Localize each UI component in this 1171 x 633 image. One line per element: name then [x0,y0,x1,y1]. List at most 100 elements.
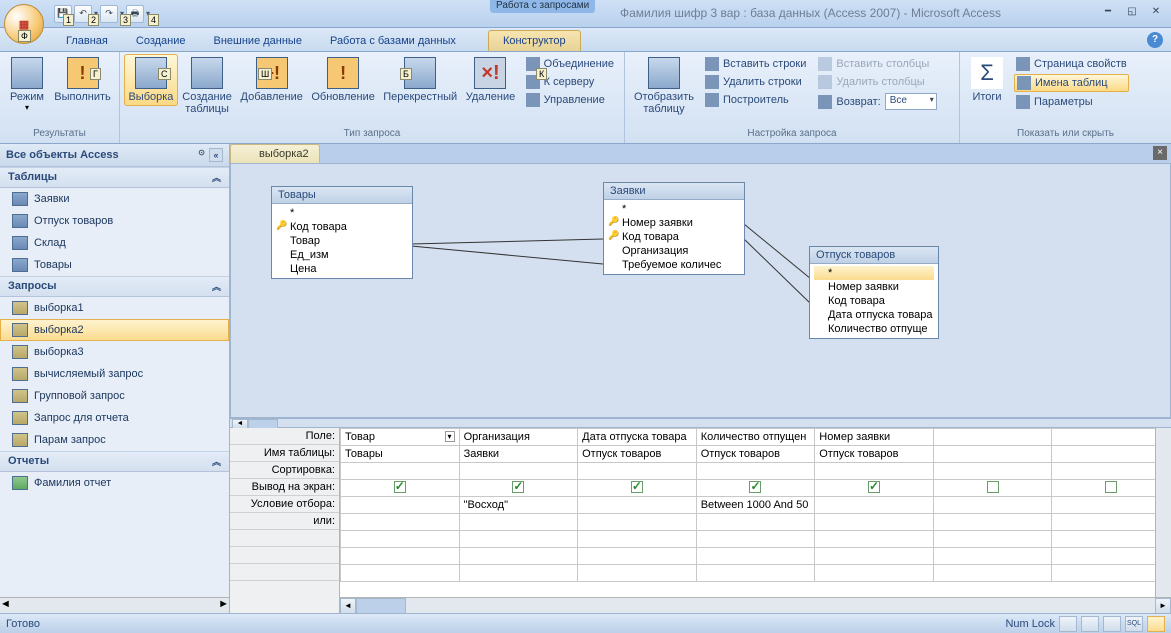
nav-group-queries[interactable]: Запросы︽ [0,276,229,297]
grid-cell[interactable] [459,463,578,480]
scroll-thumb[interactable] [356,598,406,613]
grid-cell[interactable] [578,463,697,480]
grid-cell[interactable] [933,429,1052,446]
view-sql-icon[interactable]: SQL [1125,616,1143,632]
grid-cell[interactable] [815,565,934,582]
nav-item[interactable]: Парам запрос [0,429,229,451]
grid-cell[interactable] [1052,480,1171,497]
grid-cell[interactable] [933,463,1052,480]
grid-cell[interactable] [696,548,815,565]
grid-hscroll[interactable]: ◄ ► [340,597,1171,613]
table-field[interactable]: Код товара [276,220,408,234]
view-design-icon[interactable] [1147,616,1165,632]
builder-button[interactable]: Построитель [703,92,808,108]
table-field[interactable]: Товар [276,234,408,248]
nav-item[interactable]: Запрос для отчета [0,407,229,429]
grid-cell[interactable] [696,463,815,480]
grid-cell[interactable]: Номер заявки [815,429,934,446]
grid-cell[interactable] [1052,531,1171,548]
grid-cell[interactable] [341,463,460,480]
grid-cell[interactable] [933,446,1052,463]
table-field[interactable]: Номер заявки [814,280,934,294]
grid-cell[interactable]: Отпуск товаров [696,446,815,463]
table-field[interactable]: Код товара [608,230,740,244]
propsheet-button[interactable]: Страница свойств [1014,56,1129,72]
show-checkbox[interactable] [1105,481,1117,493]
nav-item[interactable]: Склад [0,232,229,254]
nav-drop-icon[interactable]: ⊙ [198,148,205,162]
show-checkbox[interactable] [749,481,761,493]
grid-cell[interactable] [578,480,697,497]
insertcols-button[interactable]: Вставить столбцы [816,56,938,72]
grid-cell[interactable] [578,565,697,582]
view-pivot-icon[interactable] [1081,616,1099,632]
grid-cell[interactable] [933,514,1052,531]
view-button[interactable]: Режим▾ [4,54,50,115]
grid-cell[interactable] [341,497,460,514]
grid-cell[interactable] [815,531,934,548]
nav-scrollbar[interactable]: ◄► [0,597,229,613]
tablenames-button[interactable]: Имена таблиц [1014,74,1129,92]
nav-group-tables[interactable]: Таблицы︽ [0,167,229,188]
grid-cell[interactable] [1052,429,1171,446]
table-field[interactable]: Дата отпуска товара [814,308,934,322]
grid-cell[interactable]: Товар▾ [341,429,460,446]
table-field[interactable]: Количество отпуще [814,322,934,336]
grid-cell[interactable] [1052,514,1171,531]
doc-close-icon[interactable]: × [1153,146,1167,160]
close-button[interactable]: ✕ [1147,4,1165,18]
nav-group-reports[interactable]: Отчеты︽ [0,451,229,472]
table-field[interactable]: Организация [608,244,740,258]
tab-external[interactable]: Внешние данные [200,31,316,51]
grid-cell[interactable] [696,531,815,548]
doc-tab[interactable]: выборка2 [230,144,320,163]
restore-button[interactable]: ◱ [1123,4,1141,18]
grid-cell[interactable] [459,565,578,582]
grid-cell[interactable] [696,480,815,497]
table-field[interactable]: Требуемое количес [608,258,740,272]
table-field[interactable]: Код товара [814,294,934,308]
update-button[interactable]: !Обновление [307,54,379,106]
grid-cell[interactable] [933,480,1052,497]
show-checkbox[interactable] [394,481,406,493]
grid-cell[interactable] [1052,497,1171,514]
deletecols-button[interactable]: Удалить столбцы [816,74,938,90]
crosstab-button[interactable]: Перекрестный [379,54,461,106]
grid-cell[interactable] [459,480,578,497]
grid-cell[interactable] [1052,463,1171,480]
ddl-button[interactable]: Управление [524,92,616,108]
tab-home[interactable]: Главная [52,31,122,51]
grid-cell[interactable] [578,531,697,548]
grid-cell[interactable] [933,548,1052,565]
table-field[interactable]: * [608,202,740,216]
nav-item[interactable]: Заявки [0,188,229,210]
help-icon[interactable]: ? [1147,32,1163,48]
grid-cell[interactable]: Товары [341,446,460,463]
grid-cell[interactable]: Between 1000 And 50 [696,497,815,514]
table-otpusk[interactable]: Отпуск товаров *Номер заявкиКод товараДа… [809,246,939,339]
delete-button[interactable]: ×!Удаление [461,54,519,106]
nav-item[interactable]: выборка2 [0,319,229,341]
grid-cell[interactable] [578,514,697,531]
grid-cell[interactable]: Дата отпуска товара [578,429,697,446]
showtable-button[interactable]: Отобразить таблицу [629,54,699,118]
show-checkbox[interactable] [987,481,999,493]
nav-item[interactable]: вычисляемый запрос [0,363,229,385]
grid-cell[interactable]: "Восход" [459,497,578,514]
select-query-button[interactable]: Выборка [124,54,178,106]
grid-cell[interactable] [578,548,697,565]
deleterows-button[interactable]: Удалить строки [703,74,808,90]
minimize-button[interactable]: ━ [1099,4,1117,18]
qat-redo-icon[interactable]: ↷ [100,5,118,23]
grid-cell[interactable] [815,548,934,565]
grid-cell[interactable] [933,497,1052,514]
view-chart-icon[interactable] [1103,616,1121,632]
view-datasheet-icon[interactable] [1059,616,1077,632]
insertrows-button[interactable]: Вставить строки [703,56,808,72]
nav-item[interactable]: Групповой запрос [0,385,229,407]
grid-cell[interactable]: Отпуск товаров [815,446,934,463]
table-zayavki[interactable]: Заявки *Номер заявкиКод товараОрганизаци… [603,182,745,275]
table-field[interactable]: * [276,206,408,220]
nav-item[interactable]: Фамилия отчет [0,472,229,494]
nav-collapse-icon[interactable]: « [209,148,223,162]
